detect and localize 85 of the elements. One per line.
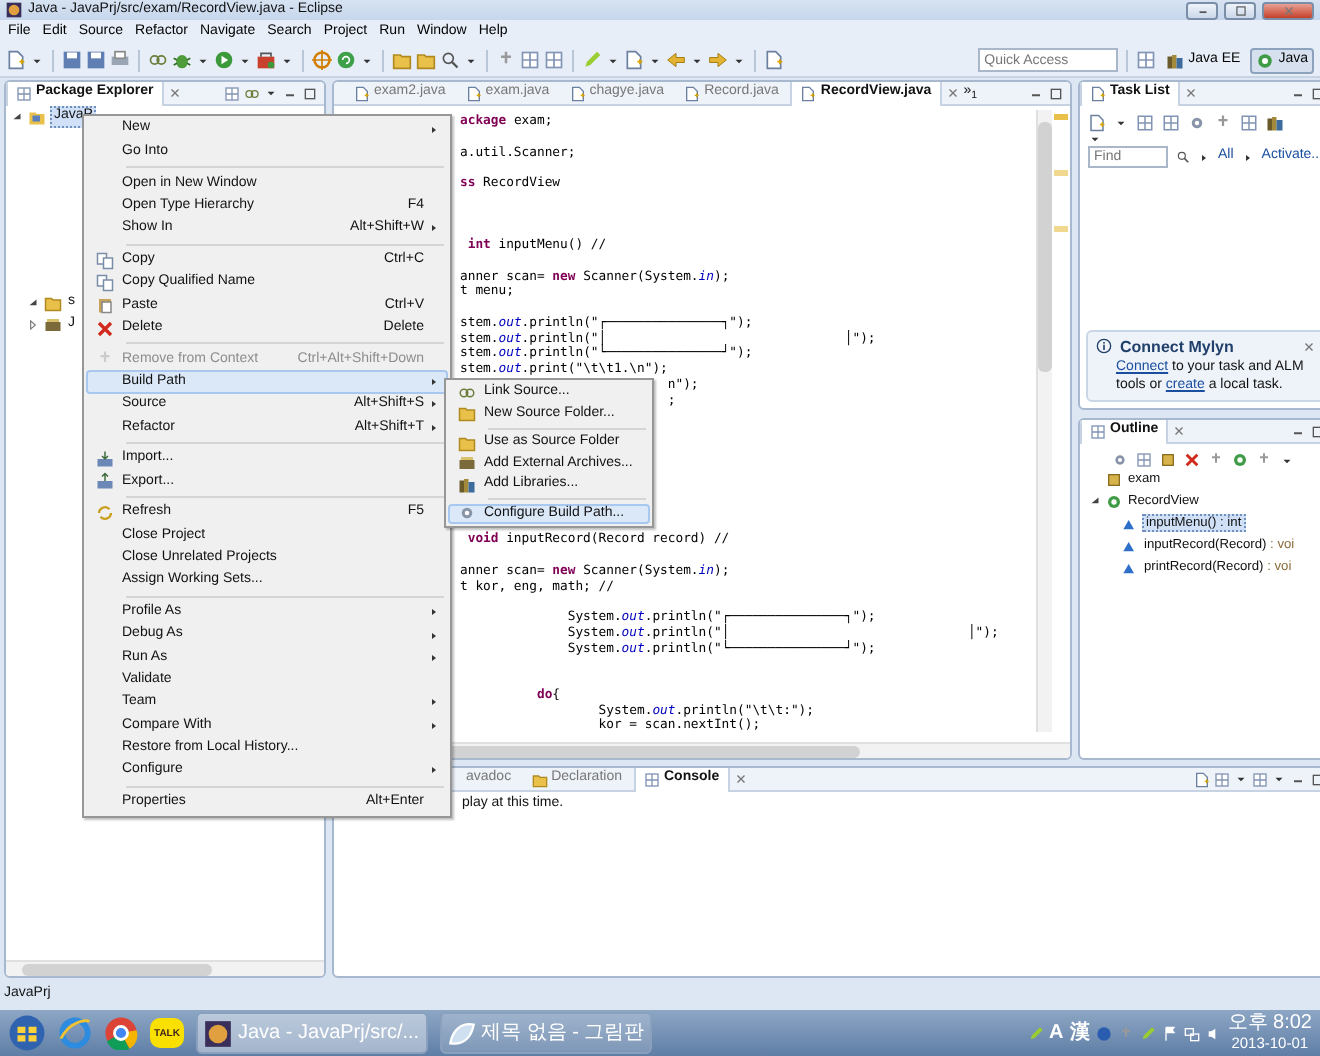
folder-icon	[531, 771, 548, 787]
archive-icon	[458, 454, 476, 473]
search-icon[interactable]	[1176, 150, 1190, 164]
run-icon[interactable]	[214, 50, 234, 70]
link-icon[interactable]	[148, 50, 168, 70]
triangle-icon	[1241, 151, 1254, 163]
export-icon	[96, 472, 114, 491]
close-button[interactable]	[1262, 1, 1314, 19]
file-icon	[1090, 85, 1106, 101]
caret-icon[interactable]	[1114, 116, 1128, 130]
paint-icon	[447, 1019, 476, 1047]
grid-icon	[644, 771, 660, 787]
notice-title: Connect Mylyn	[1120, 337, 1234, 357]
maximize-button[interactable]	[1224, 1, 1256, 19]
overview-marker	[1054, 226, 1068, 232]
expanded-arrow-icon[interactable]	[10, 110, 24, 124]
submenu-arrow-icon	[428, 764, 440, 777]
eclipse-logo-icon	[6, 2, 22, 18]
browser-icon[interactable]	[104, 1016, 138, 1050]
expanded-arrow-icon[interactable]	[26, 296, 40, 310]
file-icon	[465, 85, 482, 101]
project-icon	[28, 108, 46, 126]
caret-icon[interactable]	[264, 86, 278, 100]
close-icon[interactable]	[1301, 339, 1316, 354]
close-icon	[1281, 3, 1295, 17]
folder-icon	[44, 294, 62, 312]
save-icon[interactable]	[62, 50, 82, 70]
overview-marker	[1054, 170, 1068, 176]
grid-icon	[16, 85, 32, 101]
crosshair-icon[interactable]	[312, 50, 332, 70]
print-icon[interactable]	[110, 50, 130, 70]
caret-icon[interactable]	[1233, 772, 1248, 786]
info-icon	[1096, 338, 1112, 355]
maximize-icon	[1233, 3, 1247, 17]
submenu-arrow-icon	[428, 123, 440, 136]
file-icon[interactable]	[624, 50, 644, 70]
start-button[interactable]	[8, 1014, 46, 1052]
class-icon	[1106, 493, 1122, 509]
file-icon	[684, 85, 701, 101]
help-icon[interactable]	[1095, 1025, 1112, 1041]
network-icon[interactable]	[1183, 1025, 1200, 1041]
new-file-icon[interactable]	[6, 50, 26, 70]
maximize-icon[interactable]	[302, 85, 318, 101]
class-icon	[1256, 51, 1275, 69]
grid-icon[interactable]	[520, 50, 540, 70]
import-icon	[96, 450, 114, 468]
expanded-arrow-icon[interactable]	[1088, 494, 1102, 508]
file-icon	[800, 85, 817, 101]
refresh-icon	[96, 504, 114, 523]
eclipse-logo-icon	[204, 1019, 232, 1047]
link-icon	[458, 383, 476, 402]
maximize-icon[interactable]	[1048, 85, 1064, 101]
pen-icon	[1027, 1025, 1044, 1041]
clipboard-icon	[96, 296, 114, 315]
caret-icon[interactable]	[1271, 772, 1286, 786]
close-icon[interactable]	[167, 86, 182, 100]
file-icon[interactable]	[764, 50, 784, 70]
library-icon	[458, 475, 476, 494]
minimize-button[interactable]	[1186, 1, 1218, 19]
search-icon[interactable]	[440, 50, 460, 70]
triangle-icon	[1198, 151, 1210, 163]
save-all-icon[interactable]	[86, 50, 106, 70]
overview-marker	[1054, 114, 1068, 120]
new-task-icon[interactable]	[1088, 114, 1106, 132]
delete-icon	[96, 319, 114, 338]
browser-icon[interactable]	[58, 1016, 92, 1050]
file-icon	[569, 85, 586, 101]
submenu-arrow-icon	[428, 222, 440, 235]
close-icon[interactable]	[733, 772, 748, 786]
file-icon	[354, 85, 370, 101]
close-icon[interactable]	[945, 86, 960, 100]
horizontal-scrollbar[interactable]	[6, 960, 324, 976]
bug-icon[interactable]	[172, 50, 192, 70]
collapsed-arrow-icon[interactable]	[26, 318, 40, 332]
grid-icon[interactable]	[544, 50, 564, 70]
close-icon[interactable]	[1172, 424, 1187, 438]
library-icon	[44, 316, 62, 334]
link-icon[interactable]	[244, 85, 260, 101]
books-icon	[1166, 51, 1185, 69]
close-icon[interactable]	[1183, 86, 1198, 100]
grid-icon	[1090, 423, 1106, 439]
flag-icon[interactable]	[1161, 1025, 1178, 1041]
toolbox-icon[interactable]	[256, 50, 276, 70]
package-icon	[1106, 471, 1122, 487]
vertical-scrollbar[interactable]	[1036, 110, 1052, 732]
